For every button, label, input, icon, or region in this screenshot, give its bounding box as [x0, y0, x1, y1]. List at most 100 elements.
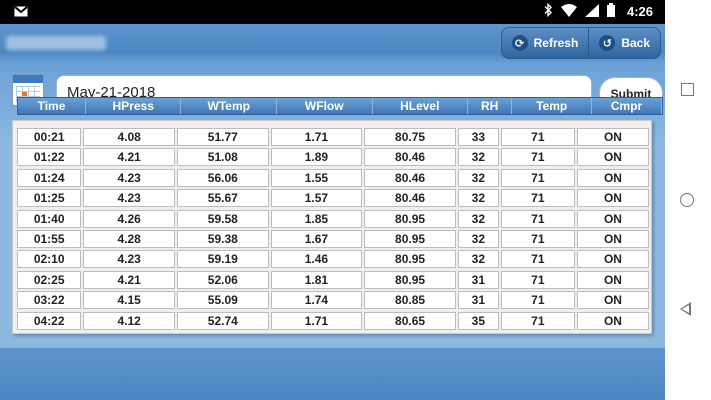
table-cell-rh: 35: [457, 311, 499, 330]
table-cell-cmpr: ON: [576, 128, 650, 146]
table-row[interactable]: 01:55 4.28 59.38 1.67 80.95 32 71 ON: [13, 229, 651, 249]
table-cell-wtemp: 55.09: [176, 291, 269, 310]
table-cell-hlevel: 80.95: [364, 250, 456, 269]
table-cell-wtemp: 52.06: [176, 270, 269, 289]
back-label: Back: [621, 36, 650, 50]
table-cell-temp: 71: [500, 189, 575, 208]
table-cell-rh: 32: [457, 168, 499, 187]
refresh-button[interactable]: ⟳ Refresh: [502, 28, 589, 58]
table-cell-temp: 71: [500, 250, 575, 269]
table-cell-cmpr: ON: [576, 189, 650, 208]
table-cell-hlevel: 80.95: [364, 270, 456, 289]
table-cell-wflow: 1.71: [270, 128, 363, 146]
table-cell-wflow: 1.55: [270, 168, 363, 187]
table-cell-hlevel: 80.95: [364, 229, 456, 248]
table-row[interactable]: 02:25 4.21 52.06 1.81 80.95 31 71 ON: [13, 270, 651, 290]
table-cell-temp: 71: [500, 209, 575, 228]
table-cell-wtemp: 52.74: [176, 311, 269, 330]
gmail-icon: [14, 5, 28, 20]
table-cell-rh: 32: [457, 189, 499, 208]
table-cell-rh: 33: [457, 128, 499, 146]
column-header-rh: RH: [468, 98, 513, 114]
table-cell-hpress: 4.12: [83, 311, 175, 330]
table-cell-cmpr: ON: [576, 250, 650, 269]
column-header-time: Time: [18, 98, 86, 114]
table-cell-wflow: 1.46: [270, 250, 363, 269]
table-cell-temp: 71: [500, 291, 575, 310]
bluetooth-icon: [544, 2, 553, 20]
status-bar: 4:26: [0, 0, 665, 24]
table-cell-time: 01:24: [17, 168, 82, 187]
table-cell-hpress: 4.21: [83, 270, 175, 289]
table-cell-wtemp: 59.58: [176, 209, 269, 228]
signal-icon: [584, 3, 599, 20]
table-cell-wflow: 1.85: [270, 209, 363, 228]
table-cell-time: 02:25: [17, 270, 82, 289]
column-header-wtemp: WTemp: [181, 98, 277, 114]
table-cell-time: 01:55: [17, 229, 82, 248]
table-cell-time: 02:10: [17, 250, 82, 269]
table-cell-time: 01:40: [17, 209, 82, 228]
table-row[interactable]: 01:40 4.26 59.58 1.85 80.95 32 71 ON: [13, 209, 651, 229]
table-header: Time HPress WTemp WFlow HLevel RH Temp Cmpr: [17, 97, 663, 115]
refresh-label: Refresh: [533, 36, 579, 50]
column-header-hpress: HPress: [86, 98, 182, 114]
table-cell-hpress: 4.21: [83, 148, 175, 167]
table-cell-wtemp: 59.38: [176, 229, 269, 248]
table-row[interactable]: 00:21 4.08 51.77 1.71 80.75 33 71 ON: [13, 127, 651, 147]
home-icon[interactable]: [680, 193, 694, 207]
table-cell-cmpr: ON: [576, 168, 650, 187]
table-cell-time: 01:25: [17, 189, 82, 208]
table-cell-cmpr: ON: [576, 291, 650, 310]
table-cell-wflow: 1.57: [270, 189, 363, 208]
table-cell-wtemp: 55.67: [176, 189, 269, 208]
status-time: 4:26: [626, 4, 653, 19]
back-button[interactable]: ↺ Back: [588, 28, 660, 58]
table-cell-hlevel: 80.65: [364, 311, 456, 330]
table-cell-time: 01:22: [17, 148, 82, 167]
table-row[interactable]: 04:22 4.12 52.74 1.71 80.65 35 71 ON: [13, 311, 651, 331]
table-cell-wtemp: 59.19: [176, 250, 269, 269]
table-cell-hlevel: 80.46: [364, 148, 456, 167]
data-table[interactable]: 00:21 4.08 51.77 1.71 80.75 33 71 ON 01:22 4.21 51…: [12, 120, 652, 334]
table-row[interactable]: 01:24 4.23 56.06 1.55 80.46 32 71 ON: [13, 168, 651, 188]
refresh-icon: ⟳: [511, 35, 528, 51]
table-cell-hlevel: 80.85: [364, 291, 456, 310]
table-cell-rh: 32: [457, 148, 499, 167]
android-nav-bar: [665, 0, 711, 400]
table-cell-hpress: 4.15: [83, 291, 175, 310]
table-cell-hlevel: 80.75: [364, 128, 456, 146]
table-cell-wtemp: 56.06: [176, 168, 269, 187]
table-cell-time: 04:22: [17, 311, 82, 330]
back-arrow-icon: ↺: [599, 35, 616, 51]
table-cell-rh: 32: [457, 229, 499, 248]
table-cell-cmpr: ON: [576, 209, 650, 228]
table-cell-time: 03:22: [17, 291, 82, 310]
column-header-wflow: WFlow: [277, 98, 373, 114]
table-cell-rh: 32: [457, 250, 499, 269]
table-cell-wflow: 1.89: [270, 148, 363, 167]
recents-icon[interactable]: [681, 83, 694, 96]
app-title-blurred: [6, 36, 106, 50]
table-cell-temp: 71: [500, 168, 575, 187]
table-cell-temp: 71: [500, 128, 575, 146]
table-cell-cmpr: ON: [576, 148, 650, 167]
table-cell-hlevel: 80.46: [364, 189, 456, 208]
column-header-cmpr: Cmpr: [592, 98, 663, 114]
table-cell-temp: 71: [500, 270, 575, 289]
table-row[interactable]: 01:22 4.21 51.08 1.89 80.46 32 71 ON: [13, 147, 651, 167]
table-row[interactable]: 02:10 4.23 59.19 1.46 80.95 32 71 ON: [13, 249, 651, 269]
battery-icon: [606, 3, 615, 20]
column-header-temp: Temp: [512, 98, 593, 114]
table-cell-cmpr: ON: [576, 270, 650, 289]
table-cell-wtemp: 51.77: [176, 128, 269, 146]
table-cell-hpress: 4.23: [83, 189, 175, 208]
table-cell-temp: 71: [500, 311, 575, 330]
table-row[interactable]: 01:25 4.23 55.67 1.57 80.46 32 71 ON: [13, 188, 651, 208]
table-cell-wflow: 1.81: [270, 270, 363, 289]
table-row[interactable]: 03:22 4.15 55.09 1.74 80.85 31 71 ON: [13, 290, 651, 310]
table-cell-hpress: 4.28: [83, 229, 175, 248]
table-cell-wflow: 1.74: [270, 291, 363, 310]
back-triangle-icon[interactable]: [680, 302, 691, 316]
table-cell-hpress: 4.08: [83, 128, 175, 146]
